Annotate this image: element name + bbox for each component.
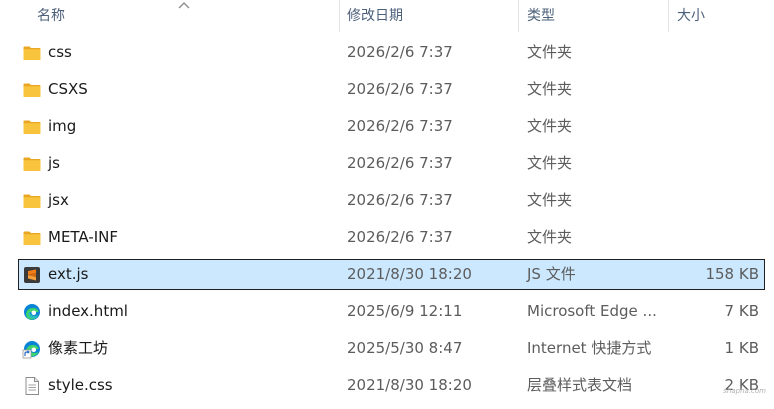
- column-header-bar: 名称 修改日期 类型 大小: [0, 0, 774, 32]
- file-size: 2 KB: [724, 376, 759, 394]
- file-row[interactable]: img 2026/2/6 7:37 文件夹: [18, 111, 765, 142]
- folder-icon: [23, 157, 41, 171]
- file-name: js: [48, 154, 60, 172]
- edge-shortcut-icon: [22, 341, 40, 359]
- folder-icon: [23, 120, 41, 134]
- file-row[interactable]: META-INF 2026/2/6 7:37 文件夹: [18, 222, 765, 253]
- watermark: shapha.com: [723, 387, 766, 395]
- file-name: META-INF: [48, 228, 119, 246]
- file-row[interactable]: ext.js 2021/8/30 18:20 JS 文件 158 KB: [18, 259, 765, 290]
- file-name: jsx: [48, 191, 69, 209]
- file-modified-date: 2021/8/30 18:20: [347, 265, 472, 283]
- file-modified-date: 2026/2/6 7:37: [347, 228, 453, 246]
- file-name: ext.js: [48, 265, 89, 283]
- file-name: CSXS: [48, 80, 88, 98]
- folder-icon: [23, 46, 41, 60]
- file-modified-date: 2026/2/6 7:37: [347, 80, 453, 98]
- file-row[interactable]: CSXS 2026/2/6 7:37 文件夹: [18, 74, 765, 105]
- file-type: 文件夹: [527, 228, 573, 246]
- column-header-type[interactable]: 类型: [527, 0, 555, 32]
- file-row[interactable]: jsx 2026/2/6 7:37 文件夹: [18, 185, 765, 216]
- file-type: 层叠样式表文档: [527, 376, 633, 394]
- edge-icon: [24, 304, 40, 320]
- file-size: 1 KB: [724, 339, 759, 357]
- column-divider[interactable]: [518, 0, 519, 32]
- file-row[interactable]: css 2026/2/6 7:37 文件夹: [18, 37, 765, 68]
- file-row[interactable]: style.css 2021/8/30 18:20 层叠样式表文档 2 KB: [18, 370, 765, 401]
- file-type: 文件夹: [527, 154, 573, 172]
- file-name: index.html: [48, 302, 128, 320]
- file-modified-date: 2021/8/30 18:20: [347, 376, 472, 394]
- folder-icon: [23, 194, 41, 208]
- file-modified-date: 2025/6/9 12:11: [347, 302, 463, 320]
- file-name: img: [48, 117, 77, 135]
- file-size: 7 KB: [724, 302, 759, 320]
- column-header-modified[interactable]: 修改日期: [347, 0, 403, 32]
- column-divider[interactable]: [339, 0, 340, 32]
- folder-icon: [23, 231, 41, 245]
- file-row[interactable]: index.html 2025/6/9 12:11 Microsoft Edge .…: [18, 296, 765, 327]
- file-name: 像素工坊: [48, 339, 109, 357]
- file-modified-date: 2026/2/6 7:37: [347, 191, 453, 209]
- folder-icon: [23, 83, 41, 97]
- file-name: style.css: [48, 376, 113, 394]
- file-modified-date: 2026/2/6 7:37: [347, 117, 453, 135]
- file-modified-date: 2026/2/6 7:37: [347, 43, 453, 61]
- file-type: 文件夹: [527, 191, 573, 209]
- text-file-icon: [25, 377, 39, 395]
- file-modified-date: 2026/2/6 7:37: [347, 154, 453, 172]
- file-row[interactable]: 像素工坊 2025/5/30 8:47 Internet 快捷方式 1 KB: [18, 333, 765, 364]
- file-type: Microsoft Edge ...: [527, 302, 657, 320]
- sublime-file-icon: [24, 267, 40, 283]
- file-type: JS 文件: [527, 265, 576, 283]
- column-header-name[interactable]: 名称: [37, 0, 65, 32]
- file-row[interactable]: js 2026/2/6 7:37 文件夹: [18, 148, 765, 179]
- file-type: 文件夹: [527, 117, 573, 135]
- column-divider[interactable]: [668, 0, 669, 32]
- file-size: 158 KB: [705, 265, 759, 283]
- file-type: Internet 快捷方式: [527, 339, 652, 357]
- file-name: css: [48, 43, 72, 61]
- file-modified-date: 2025/5/30 8:47: [347, 339, 463, 357]
- file-type: 文件夹: [527, 80, 573, 98]
- column-header-size[interactable]: 大小: [677, 0, 705, 32]
- sort-ascending-icon: [178, 2, 190, 9]
- file-type: 文件夹: [527, 43, 573, 61]
